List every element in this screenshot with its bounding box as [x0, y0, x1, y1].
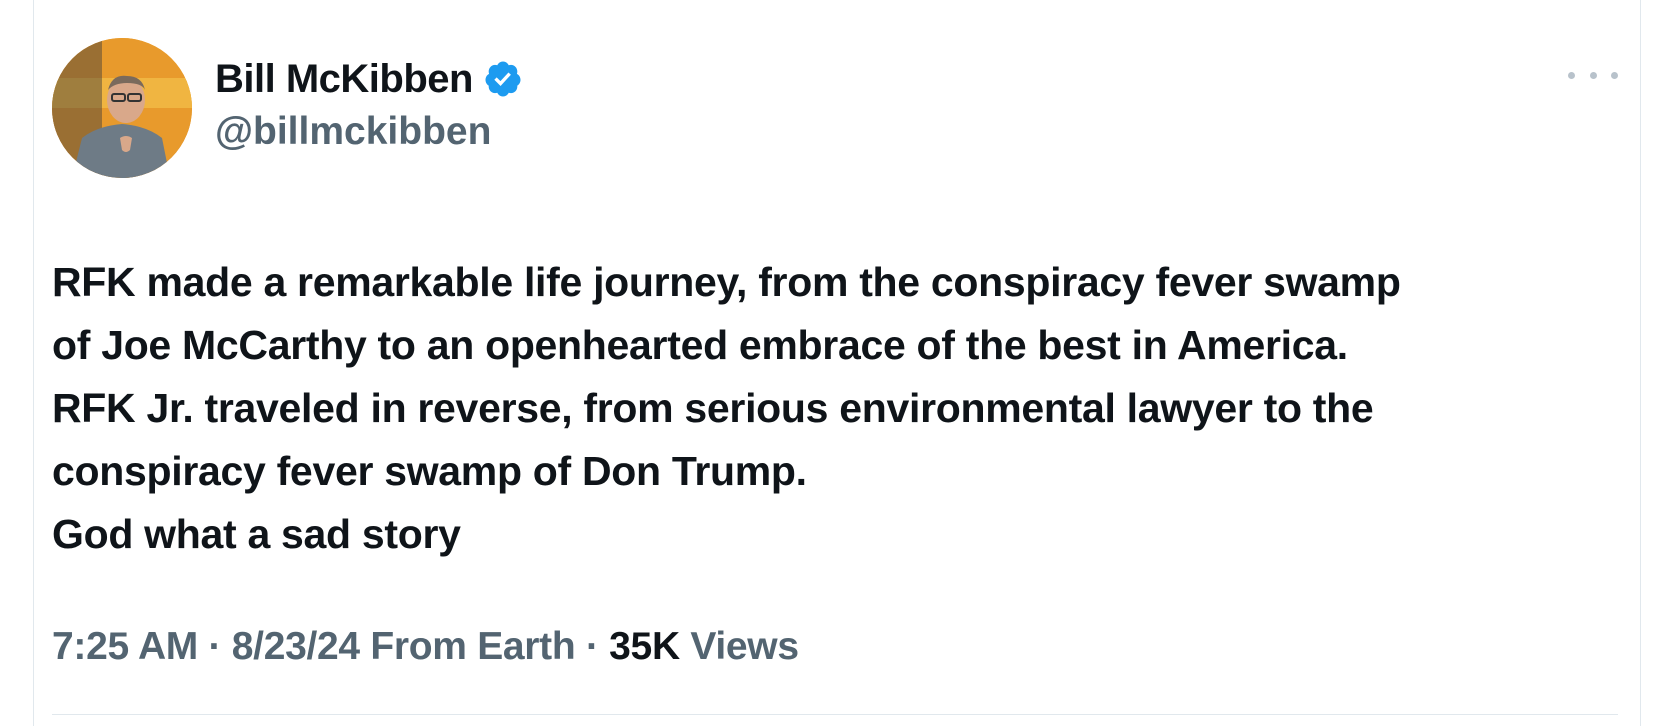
verified-badge-icon — [485, 61, 521, 97]
author-display-name[interactable]: Bill McKibben — [215, 57, 473, 102]
tweet-meta: 7:25 AM · 8/23/24 From Earth · 35K Views — [52, 625, 799, 669]
tweet-time[interactable]: 7:25 AM — [52, 625, 198, 668]
more-dot — [1568, 71, 1575, 79]
avatar-photo — [52, 38, 192, 178]
tweet-text-line: God what a sad story — [52, 511, 461, 557]
tweet-text-line: RFK made a remarkable life journey, from… — [52, 259, 1401, 305]
tweet-source: From Earth — [370, 625, 576, 668]
meta-separator: · — [208, 625, 222, 668]
tweet-text: RFK made a remarkable life journey, from… — [52, 251, 1632, 566]
tweet-date[interactable]: 8/23/24 — [232, 625, 360, 668]
tweet-text-line: conspiracy fever swamp of Don Trump. — [52, 448, 807, 494]
more-dot — [1589, 71, 1597, 79]
divider — [52, 714, 1618, 715]
views-count[interactable]: 35K — [609, 625, 680, 668]
tweet-card: Bill McKibben @billmckibben RFK made a r… — [33, 0, 1641, 726]
more-horizontal-icon[interactable] — [1568, 60, 1618, 90]
tweet-text-line: of Joe McCarthy to an openhearted embrac… — [52, 322, 1348, 368]
author-avatar[interactable] — [52, 38, 192, 178]
author-handle[interactable]: @billmckibben — [215, 110, 491, 154]
views-label[interactable]: Views — [690, 625, 799, 668]
meta-separator: · — [585, 625, 599, 668]
more-dot — [1611, 71, 1618, 79]
author-name-row: Bill McKibben — [215, 54, 523, 104]
tweet-text-line: RFK Jr. traveled in reverse, from seriou… — [52, 385, 1374, 431]
